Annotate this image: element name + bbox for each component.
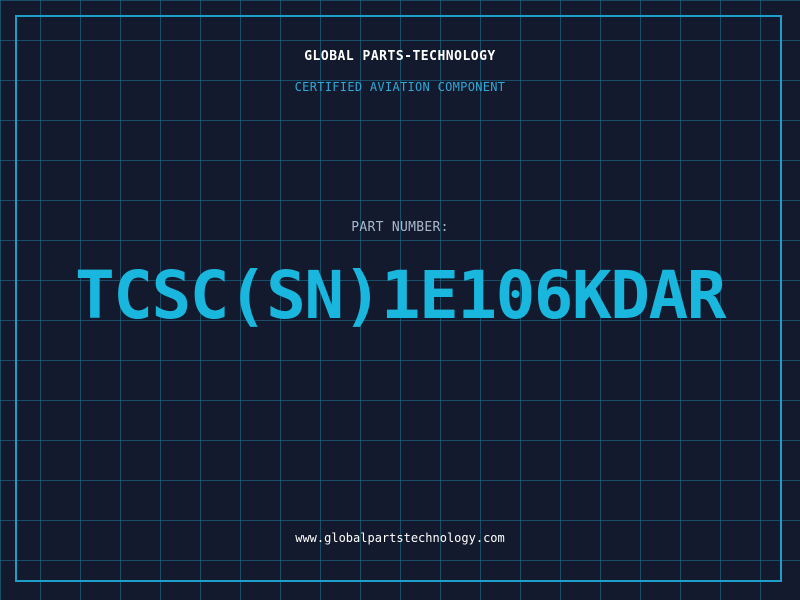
certification-subtitle: CERTIFIED AVIATION COMPONENT [294, 80, 506, 94]
company-name: GLOBAL PARTS-TECHNOLOGY [304, 49, 496, 64]
part-number-label: PART NUMBER: [351, 220, 449, 235]
website-url: www.globalpartstechnology.com [295, 531, 505, 545]
blueprint-canvas: GLOBAL PARTS-TECHNOLOGY CERTIFIED AVIATI… [0, 0, 800, 600]
part-number-value: TCSC(SN)1E106KDAR [74, 257, 727, 334]
